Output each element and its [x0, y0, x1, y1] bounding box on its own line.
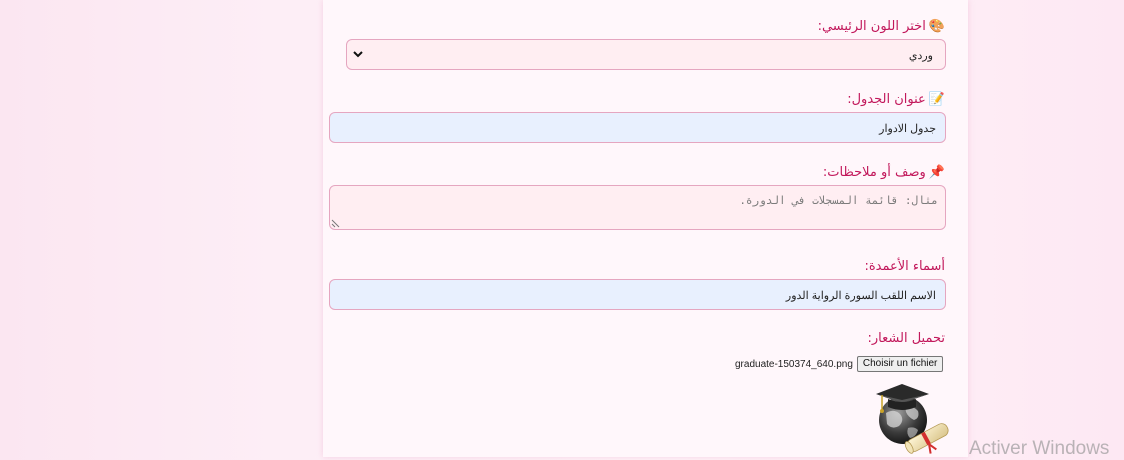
file-input[interactable]: graduate-150374_640.png Choisir un fichi…: [735, 356, 944, 372]
table-title-input[interactable]: جدول الادوار: [329, 112, 946, 143]
columns-label: أسماء الأعمدة:: [864, 259, 945, 274]
description-placeholder: مثال: قائمة المسجلات في الدورة.: [739, 194, 938, 207]
table-title-value: جدول الادوار: [879, 123, 936, 135]
pushpin-icon: 📌: [928, 165, 945, 180]
color-select[interactable]: وردي: [346, 39, 946, 70]
file-name: graduate-150374_640.png: [735, 358, 853, 370]
columns-input[interactable]: الاسم اللقب السورة الرواية الدور: [329, 279, 946, 310]
resize-grip-icon[interactable]: [331, 219, 340, 228]
form-panel: 🎨اختر اللون الرئيسي: وردي 📝عنوان الجدول:…: [323, 0, 968, 457]
color-label: 🎨اختر اللون الرئيسي:: [817, 19, 945, 34]
columns-value: الاسم اللقب السورة الرواية الدور: [785, 290, 936, 302]
color-select-value: وردي: [908, 50, 933, 62]
choose-file-button[interactable]: Choisir un fichier: [856, 356, 944, 372]
title-label: 📝عنوان الجدول:: [847, 92, 945, 107]
graduate-logo-image: [876, 384, 949, 454]
description-label: 📌وصف أو ملاحظات:: [822, 165, 945, 180]
description-textarea[interactable]: مثال: قائمة المسجلات في الدورة.: [329, 185, 946, 230]
logo-label: تحميل الشعار:: [867, 331, 946, 346]
memo-icon: 📝: [928, 92, 945, 107]
palette-icon: 🎨: [928, 19, 945, 34]
chevron-down-icon: [353, 51, 363, 58]
